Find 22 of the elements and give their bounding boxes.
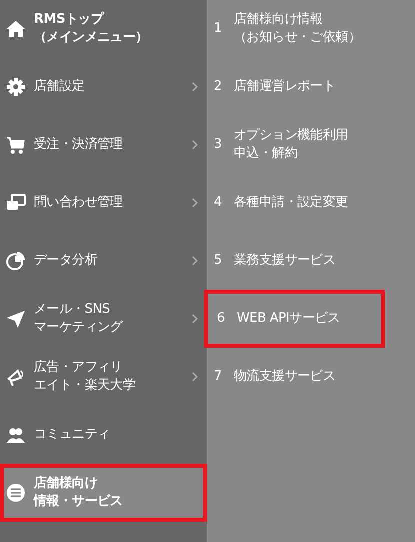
submenu-item[interactable]: 5 業務支援サービス [204,232,382,290]
chat-icon [6,193,26,213]
pie-chart-icon [6,251,26,271]
gear-icon [6,77,26,97]
submenu-item[interactable]: 2 店舗運営レポート [204,58,382,116]
home-icon [6,19,26,39]
megaphone-icon [6,367,26,387]
paper-plane-icon [6,309,26,329]
menu-item[interactable]: メール・SNS マーケティング [0,290,207,348]
cart-icon [6,135,26,155]
menu-item[interactable]: 問い合わせ管理 [0,174,207,232]
submenu-item[interactable]: 6 WEB APIサービス [204,290,385,348]
list-icon [6,483,26,503]
menu-item[interactable]: コミュニティ [0,406,207,464]
submenu-item[interactable]: 7 物流支援サービス [204,348,382,406]
menu-item[interactable]: 広告・アフィリ エイト・楽天大学 [0,348,207,406]
menu-item[interactable]: データ分析 [0,232,207,290]
menu-item[interactable]: RMSトップ （メインメニュー） [0,0,207,58]
submenu-item[interactable]: 4 各種申請・設定変更 [204,174,382,232]
menu-item[interactable]: 受注・決済管理 [0,116,207,174]
menu-item[interactable]: 店舗様向け 情報・サービス [0,464,207,522]
menu-item[interactable]: 店舗設定 [0,58,207,116]
